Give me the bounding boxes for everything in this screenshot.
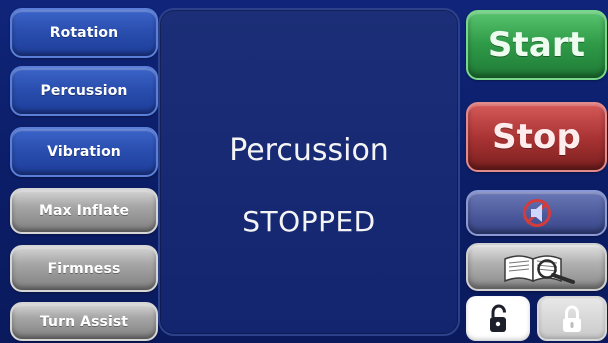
status-mode: Percussion xyxy=(229,133,389,168)
turn-assist-button[interactable]: Turn Assist xyxy=(10,302,158,341)
vibration-label: Vibration xyxy=(47,144,121,160)
firmness-button[interactable]: Firmness xyxy=(10,245,158,292)
max-inflate-label: Max Inflate xyxy=(38,203,130,219)
rotation-label: Rotation xyxy=(49,25,119,41)
percussion-button[interactable]: Percussion xyxy=(10,66,158,116)
unlock-icon xyxy=(487,303,509,335)
lock-controls xyxy=(466,296,607,341)
manual-button[interactable] xyxy=(466,243,607,291)
turn-assist-label: Turn Assist xyxy=(39,313,129,330)
stop-button[interactable]: Stop xyxy=(466,102,607,172)
status-panel: Percussion STOPPED xyxy=(158,8,460,336)
manual-search-icon xyxy=(489,249,585,285)
max-inflate-button[interactable]: Max Inflate xyxy=(10,188,158,234)
muted-speaker-icon xyxy=(518,198,556,228)
lock-button[interactable] xyxy=(537,296,607,341)
stop-label: Stop xyxy=(492,117,581,157)
start-label: Start xyxy=(487,25,586,65)
firmness-label: Firmness xyxy=(47,260,121,277)
unlock-button[interactable] xyxy=(466,296,530,341)
percussion-label: Percussion xyxy=(40,83,128,99)
lock-icon xyxy=(560,303,584,335)
status-state: STOPPED xyxy=(242,205,376,238)
vibration-button[interactable]: Vibration xyxy=(10,127,158,177)
mute-button[interactable] xyxy=(466,190,607,236)
rotation-button[interactable]: Rotation xyxy=(10,8,158,58)
start-button[interactable]: Start xyxy=(466,10,607,80)
